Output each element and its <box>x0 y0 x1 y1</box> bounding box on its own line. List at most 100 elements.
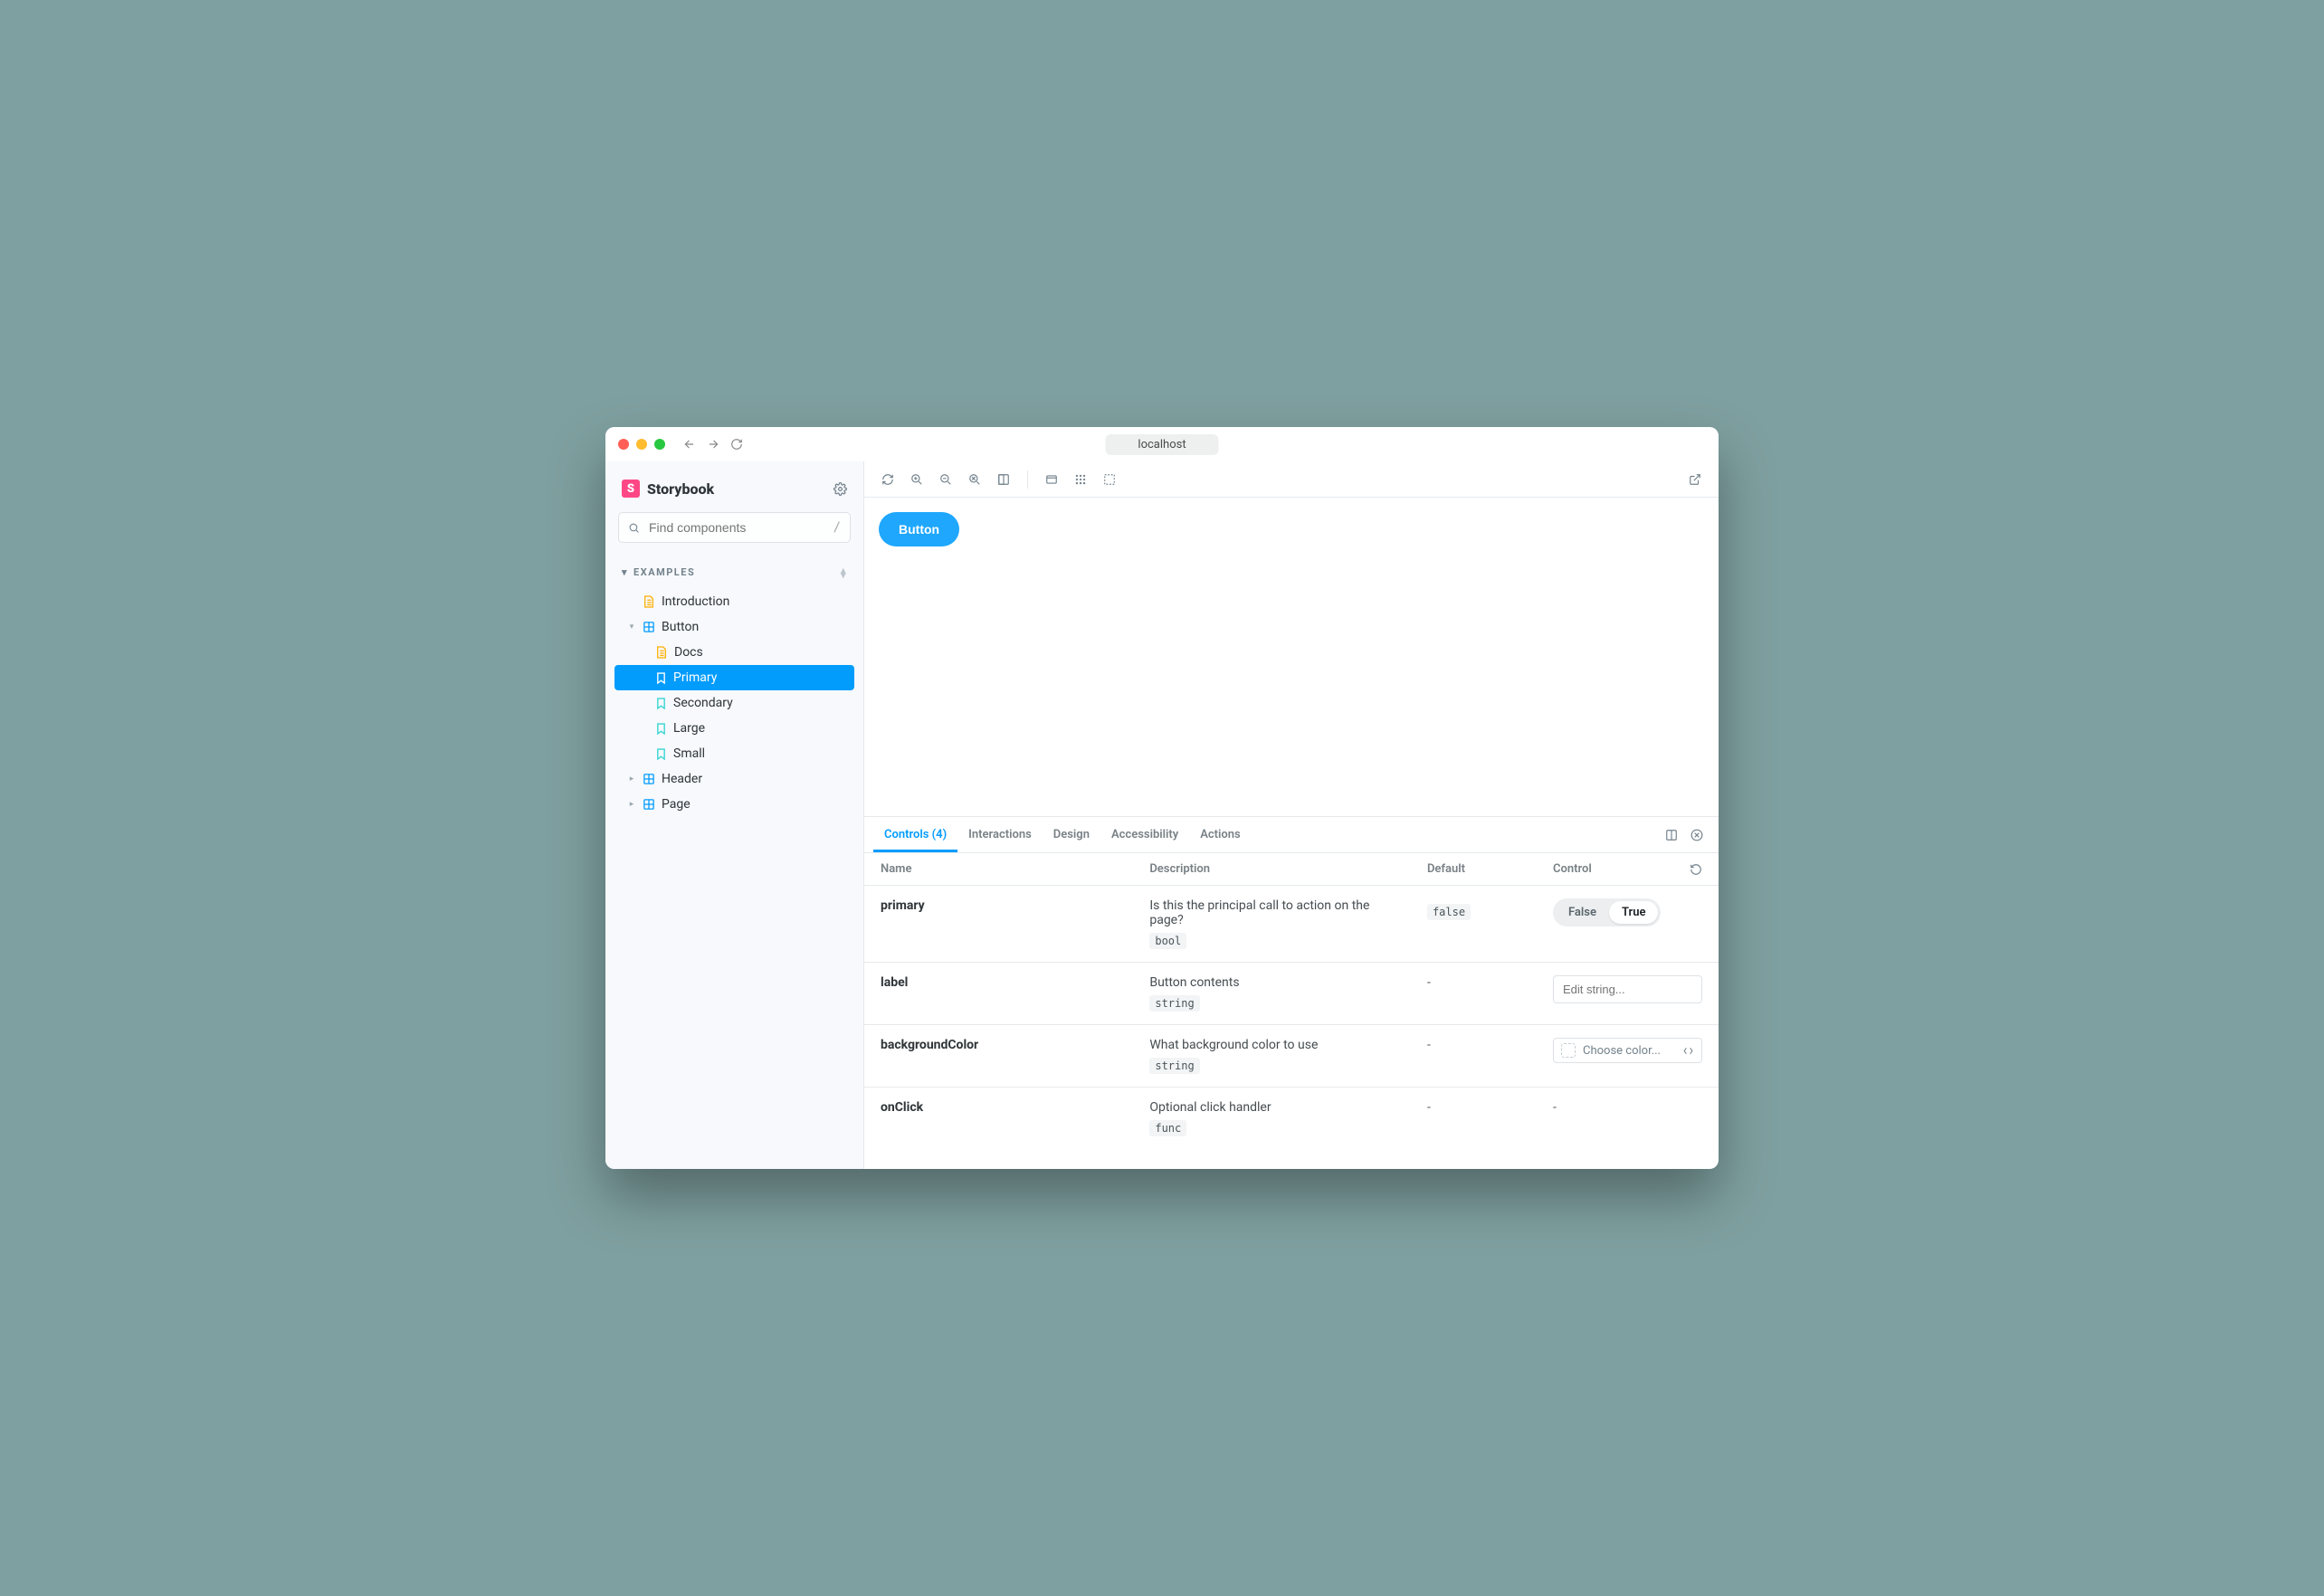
reset-controls-button[interactable] <box>1690 863 1702 876</box>
reload-button[interactable] <box>730 438 743 451</box>
addon-tabs: Controls (4) Interactions Design Accessi… <box>864 817 1719 853</box>
arg-type: func <box>1149 1120 1186 1136</box>
chevron-down-icon: ▾ <box>627 622 636 632</box>
chevron-right-icon: ▸ <box>627 800 636 809</box>
arg-desc-text: Button contents <box>1149 975 1395 990</box>
controls-table: Name Description Default Control <box>864 853 1719 1149</box>
arg-default: false <box>1411 886 1537 963</box>
tree-item-primary[interactable]: Primary <box>614 665 854 690</box>
open-in-new-button[interactable] <box>1682 467 1708 492</box>
canvas-toolbar <box>864 461 1719 498</box>
th-control: Control <box>1537 853 1719 886</box>
arg-desc-text: Optional click handler <box>1149 1100 1395 1115</box>
component-icon <box>643 799 654 810</box>
browser-chrome: localhost <box>605 427 1719 461</box>
brand: S Storybook <box>614 480 854 512</box>
boolean-toggle[interactable]: False True <box>1553 898 1661 926</box>
search-box[interactable]: / <box>618 512 851 543</box>
component-icon <box>643 774 654 784</box>
story-canvas: Button <box>864 498 1719 816</box>
tree-label: Header <box>662 772 702 786</box>
story-tree: Introduction ▾ Button Docs <box>614 589 854 817</box>
toggle-true[interactable]: True <box>1609 901 1658 924</box>
tab-interactions[interactable]: Interactions <box>957 817 1043 852</box>
component-icon <box>643 622 654 632</box>
color-toggle-icon[interactable] <box>1682 1045 1694 1057</box>
panel-orientation-button[interactable] <box>1659 822 1684 848</box>
th-name: Name <box>864 853 1133 886</box>
arg-desc-text: Is this the principal call to action on … <box>1149 898 1395 927</box>
color-swatch-icon <box>1561 1043 1576 1058</box>
controls-panel: Name Description Default Control <box>864 853 1719 1169</box>
tree-item-secondary[interactable]: Secondary <box>614 690 854 716</box>
arg-default: - <box>1411 1025 1537 1088</box>
addons-panel: Controls (4) Interactions Design Accessi… <box>864 816 1719 1169</box>
settings-button[interactable] <box>833 482 847 496</box>
arg-type: string <box>1149 995 1199 1012</box>
control-row-backgroundcolor: backgroundColor What background color to… <box>864 1025 1719 1088</box>
arg-description: Button contents string <box>1133 963 1411 1025</box>
search-shortcut-hint: / <box>833 520 841 535</box>
tree-label: Button <box>662 620 699 634</box>
string-control-input[interactable] <box>1553 975 1702 1003</box>
tab-design[interactable]: Design <box>1043 817 1100 852</box>
tree-item-page[interactable]: ▸ Page <box>614 792 854 817</box>
tree-label: Page <box>662 797 691 812</box>
tree-item-docs[interactable]: Docs <box>614 640 854 665</box>
tree-label: Small <box>673 746 705 761</box>
tree-item-introduction[interactable]: Introduction <box>614 589 854 614</box>
back-button[interactable] <box>683 438 696 451</box>
close-window-button[interactable] <box>618 439 629 450</box>
tree-item-small[interactable]: Small <box>614 741 854 766</box>
preview-button[interactable]: Button <box>879 512 959 546</box>
tree-item-large[interactable]: Large <box>614 716 854 741</box>
viewport-button[interactable] <box>1039 467 1064 492</box>
arg-description: Is this the principal call to action on … <box>1133 886 1411 963</box>
tree-label: Secondary <box>673 696 733 710</box>
bookmark-icon <box>656 698 666 709</box>
section-label: EXAMPLES <box>633 566 695 578</box>
bookmark-icon <box>656 748 666 760</box>
sort-icon[interactable]: ▴▾ <box>841 568 847 577</box>
chevron-right-icon: ▸ <box>627 774 636 784</box>
color-placeholder: Choose color... <box>1583 1044 1675 1058</box>
tree-item-header[interactable]: ▸ Header <box>614 766 854 792</box>
control-row-label: label Button contents string - <box>864 963 1719 1025</box>
chevron-down-icon: ▾ <box>622 566 628 578</box>
section-examples[interactable]: ▾ EXAMPLES ▴▾ <box>614 559 854 585</box>
close-panel-button[interactable] <box>1684 822 1710 848</box>
app-window: localhost S Storybook / <box>605 427 1719 1169</box>
background-button[interactable] <box>991 467 1016 492</box>
maximize-window-button[interactable] <box>654 439 665 450</box>
color-control[interactable]: Choose color... <box>1553 1038 1702 1063</box>
search-input[interactable] <box>647 519 826 536</box>
bookmark-icon <box>656 723 666 735</box>
zoom-in-button[interactable] <box>904 467 929 492</box>
toggle-false[interactable]: False <box>1556 901 1609 924</box>
grid-button[interactable] <box>1068 467 1093 492</box>
control-row-onclick: onClick Optional click handler func - - <box>864 1088 1719 1150</box>
tree-label: Primary <box>673 670 717 685</box>
zoom-reset-button[interactable] <box>962 467 987 492</box>
arg-control-none: - <box>1537 1088 1719 1150</box>
arg-default-value: false <box>1427 904 1471 920</box>
brand-name: Storybook <box>647 480 714 498</box>
arg-name: primary <box>864 886 1133 963</box>
tree-label: Large <box>673 721 705 736</box>
document-icon <box>643 595 654 608</box>
th-default: Default <box>1411 853 1537 886</box>
arg-default: - <box>1411 1088 1537 1150</box>
outline-button[interactable] <box>1097 467 1122 492</box>
remount-button[interactable] <box>875 467 900 492</box>
minimize-window-button[interactable] <box>636 439 647 450</box>
tab-accessibility[interactable]: Accessibility <box>1100 817 1189 852</box>
control-row-primary: primary Is this the principal call to ac… <box>864 886 1719 963</box>
forward-button[interactable] <box>707 438 719 451</box>
arg-description: What background color to use string <box>1133 1025 1411 1088</box>
address-bar[interactable]: localhost <box>1105 434 1218 455</box>
tab-controls[interactable]: Controls (4) <box>873 817 957 852</box>
tab-actions[interactable]: Actions <box>1189 817 1252 852</box>
toolbar-separator <box>1027 470 1028 489</box>
zoom-out-button[interactable] <box>933 467 958 492</box>
tree-item-button[interactable]: ▾ Button <box>614 614 854 640</box>
